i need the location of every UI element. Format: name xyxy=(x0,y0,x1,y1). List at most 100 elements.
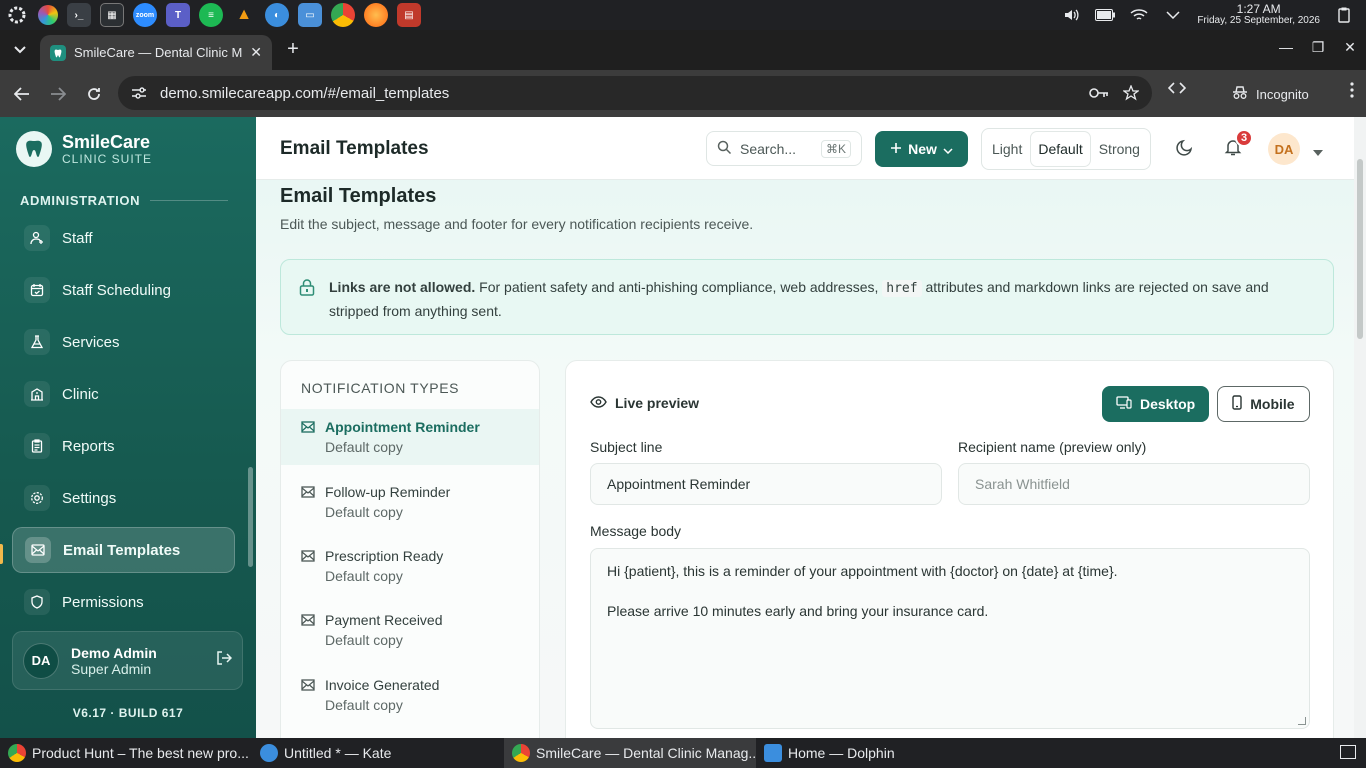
live-preview-text: Live preview xyxy=(615,395,700,411)
list-item[interactable]: Invoice Generated Default copy xyxy=(281,667,539,723)
taskbar-item-label: SmileCare — Dental Clinic Manag... xyxy=(536,745,756,761)
star-icon[interactable] xyxy=(1120,82,1142,104)
minimize-icon[interactable]: — xyxy=(1270,35,1302,59)
reload-icon[interactable] xyxy=(76,76,112,112)
density-default[interactable]: Default xyxy=(1031,132,1090,166)
new-tab-icon[interactable]: + xyxy=(282,38,304,60)
resize-handle[interactable] xyxy=(1298,717,1306,725)
user-name: Demo Admin xyxy=(71,644,157,661)
calculator-icon[interactable]: ▦ xyxy=(100,3,124,27)
sidebar-item-permissions[interactable]: Permissions xyxy=(12,579,235,625)
show-desktop-icon[interactable] xyxy=(1340,745,1356,759)
maximize-icon[interactable]: ❐ xyxy=(1302,35,1334,59)
density-strong[interactable]: Strong xyxy=(1092,132,1147,166)
recipient-name-field[interactable]: Sarah Whitfield xyxy=(958,463,1310,505)
browser-icon[interactable]: ◐ xyxy=(265,3,289,27)
taskbar-item[interactable]: Product Hunt – The best new pro... xyxy=(0,738,252,768)
sidebar-scrollbar[interactable] xyxy=(248,467,253,567)
sidebar-item-services[interactable]: Services xyxy=(12,319,235,365)
address-bar[interactable]: demo.smilecareapp.com/#/email_templates xyxy=(118,76,1152,110)
density-light[interactable]: Light xyxy=(985,132,1029,166)
firefox-icon[interactable] xyxy=(364,3,388,27)
site-info-icon[interactable] xyxy=(128,82,150,104)
chrome-icon xyxy=(8,744,26,762)
taskbar-item[interactable]: Untitled * — Kate xyxy=(252,738,504,768)
density-switch: Light Default Strong xyxy=(981,128,1151,170)
sidebar-item-reports[interactable]: Reports xyxy=(12,423,235,469)
sidebar-item-staff-scheduling[interactable]: Staff Scheduling xyxy=(12,267,235,313)
search-input[interactable]: Search... ⌘K xyxy=(706,131,862,166)
clock[interactable]: 1:27 AM Friday, 25 September, 2026 xyxy=(1197,2,1320,26)
logout-icon[interactable] xyxy=(216,651,233,670)
os-top-bar: ›_ ▦ zoom T ≡ ▲ ◐ ▭ ▤ 1:27 AM Friday, 25… xyxy=(0,0,1366,30)
back-icon[interactable] xyxy=(4,76,40,112)
alert-title: Links are not allowed. xyxy=(329,279,476,295)
incognito-indicator[interactable]: Incognito xyxy=(1222,78,1319,110)
chevron-down-icon[interactable] xyxy=(1163,6,1183,24)
close-window-icon[interactable]: ✕ xyxy=(1334,35,1366,59)
search-shortcut: ⌘K xyxy=(820,139,851,158)
forward-icon[interactable] xyxy=(40,76,76,112)
sidebar-item-clinic[interactable]: Clinic xyxy=(12,371,235,417)
subject-field[interactable]: Appointment Reminder xyxy=(590,463,942,505)
moon-icon[interactable] xyxy=(1176,138,1194,161)
list-item[interactable]: Follow-up Reminder Default copy xyxy=(281,474,539,530)
sidebar-item-label: Clinic xyxy=(62,385,99,403)
user-card[interactable]: DA Demo Admin Super Admin xyxy=(12,631,243,690)
type-sub: Default copy xyxy=(325,697,403,713)
taskbar-item[interactable]: Home — Dolphin xyxy=(756,738,1008,768)
code-icon[interactable] xyxy=(1167,81,1187,100)
terminal-icon[interactable]: ›_ xyxy=(67,3,91,27)
body-line: Please arrive 10 minutes early and bring… xyxy=(607,603,989,619)
sidebar-item-staff[interactable]: Staff xyxy=(12,215,235,261)
browser-menu-icon[interactable] xyxy=(1350,82,1354,103)
new-button[interactable]: New xyxy=(875,131,968,167)
brand[interactable]: SmileCare CLINIC SUITE xyxy=(0,117,256,181)
mail-icon xyxy=(301,420,315,457)
caret-down-icon[interactable] xyxy=(1312,144,1324,162)
type-sub: Default copy xyxy=(325,568,403,584)
pinwheel-icon[interactable] xyxy=(38,5,58,25)
avatar[interactable]: DA xyxy=(1268,133,1300,165)
vlc-icon[interactable]: ▲ xyxy=(232,3,256,27)
mail-icon xyxy=(301,485,315,522)
list-item[interactable]: Payment Received Default copy xyxy=(281,602,539,658)
pdf-icon[interactable]: ▤ xyxy=(397,3,421,27)
browser-tab[interactable]: SmileCare — Dental Clinic M ✕ xyxy=(40,35,272,70)
message-body-field[interactable]: Hi {patient}, this is a reminder of your… xyxy=(590,548,1310,729)
key-icon[interactable] xyxy=(1088,82,1110,104)
close-tab-icon[interactable]: ✕ xyxy=(250,44,262,61)
teams-icon[interactable]: T xyxy=(166,3,190,27)
wifi-icon[interactable] xyxy=(1129,6,1149,24)
app-menu-icon[interactable] xyxy=(5,3,29,27)
eye-icon xyxy=(590,395,607,411)
message-body-label: Message body xyxy=(590,523,682,539)
chrome-icon[interactable] xyxy=(331,3,355,27)
list-item[interactable]: Appointment Reminder Default copy xyxy=(281,409,539,465)
desktop-button[interactable]: Desktop xyxy=(1102,386,1210,422)
volume-icon[interactable] xyxy=(1061,6,1081,24)
list-item[interactable]: Prescription Ready Default copy xyxy=(281,538,539,594)
sidebar-item-email-templates[interactable]: Email Templates xyxy=(12,527,235,573)
type-sub: Default copy xyxy=(325,439,403,455)
battery-icon[interactable] xyxy=(1095,6,1116,24)
sidebar-item-label: Permissions xyxy=(62,593,144,611)
chat-icon[interactable]: ≡ xyxy=(199,3,223,27)
mail-icon xyxy=(25,537,51,563)
mobile-button[interactable]: Mobile xyxy=(1217,386,1310,422)
scrollbar-thumb[interactable] xyxy=(1357,159,1363,339)
files-icon[interactable]: ▭ xyxy=(298,3,322,27)
type-name: Follow-up Reminder xyxy=(325,484,451,500)
page-scrollbar[interactable] xyxy=(1354,117,1366,738)
zoom-icon[interactable]: zoom xyxy=(133,3,157,27)
clock-time: 1:27 AM xyxy=(1236,2,1281,16)
taskbar-item[interactable]: SmileCare — Dental Clinic Manag... xyxy=(504,738,756,768)
tab-search-icon[interactable] xyxy=(8,38,32,62)
bell-icon[interactable]: 3 xyxy=(1224,129,1253,161)
sidebar-item-settings[interactable]: Settings xyxy=(12,475,235,521)
sidebar-item-label: Settings xyxy=(62,489,117,507)
type-name: Payment Received xyxy=(325,612,443,628)
tooth-icon xyxy=(50,44,66,61)
taskbar: Product Hunt – The best new pro... Untit… xyxy=(0,738,1366,768)
clipboard-icon[interactable] xyxy=(1334,6,1354,24)
